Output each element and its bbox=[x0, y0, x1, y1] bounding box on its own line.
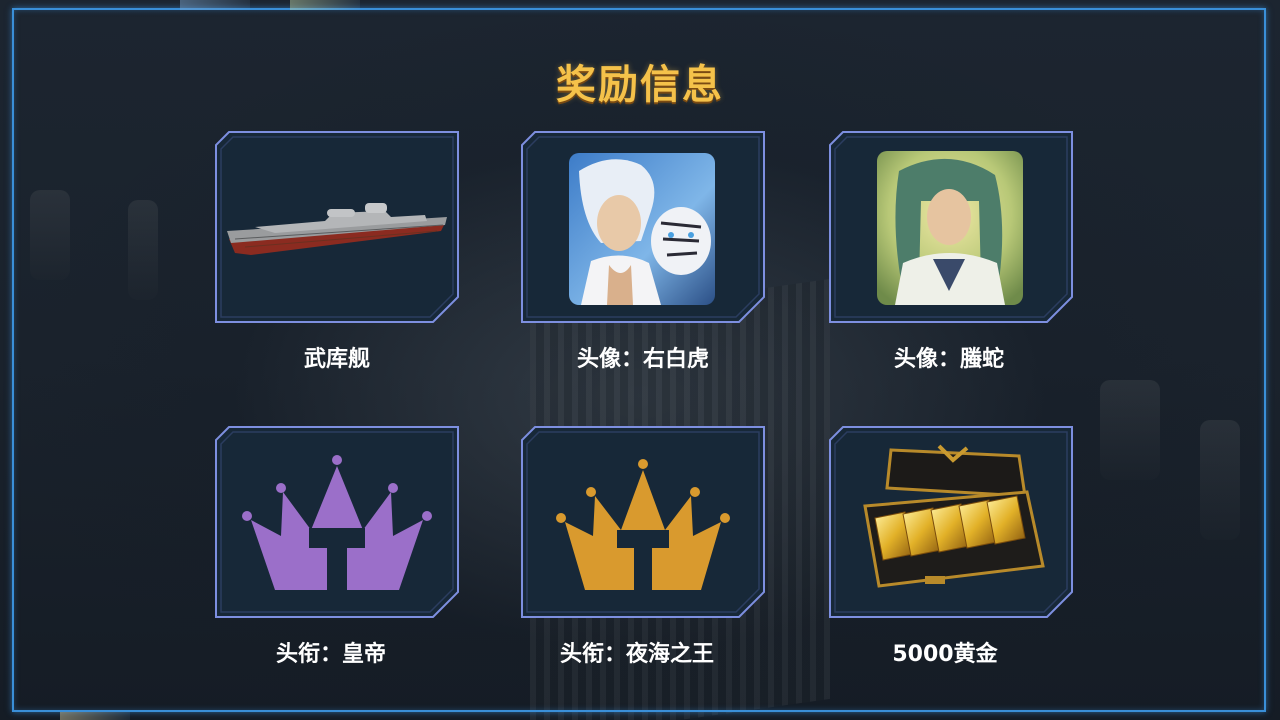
page-title: 奖励信息 bbox=[556, 62, 724, 108]
reward-tile-serpent-avatar[interactable] bbox=[829, 131, 1073, 323]
reward-info-screen: 奖励信息 武库舰 头像：右白虎 头像：螣蛇 头衔：皇帝 头衔：夜海之王 5000… bbox=[0, 0, 1280, 720]
soaring-serpent-avatar-icon bbox=[877, 151, 1023, 305]
purple-crown-icon bbox=[242, 455, 432, 590]
gold-crown-icon bbox=[556, 459, 730, 590]
top-decoration bbox=[180, 0, 250, 10]
reward-label: 5000黄金 bbox=[892, 642, 998, 667]
reward-tile-night-sea-king-title[interactable] bbox=[521, 426, 765, 618]
white-tiger-avatar-icon bbox=[569, 153, 715, 305]
top-decoration bbox=[290, 0, 360, 10]
reward-tile-gold[interactable] bbox=[829, 426, 1073, 618]
reward-label: 头像：螣蛇 bbox=[893, 347, 1004, 372]
reward-label: 头衔：夜海之王 bbox=[559, 642, 714, 667]
bottom-decoration bbox=[60, 712, 130, 720]
reward-tile-emperor-title[interactable] bbox=[215, 426, 459, 618]
reward-tile-white-tiger-avatar[interactable] bbox=[521, 131, 765, 323]
warship-icon bbox=[227, 203, 447, 255]
gold-bars-case-icon bbox=[863, 444, 1045, 588]
reward-label: 头像：右白虎 bbox=[576, 347, 709, 372]
reward-label: 头衔：皇帝 bbox=[275, 642, 386, 667]
reward-label: 武库舰 bbox=[303, 347, 370, 372]
reward-tile-warship[interactable] bbox=[215, 131, 459, 323]
